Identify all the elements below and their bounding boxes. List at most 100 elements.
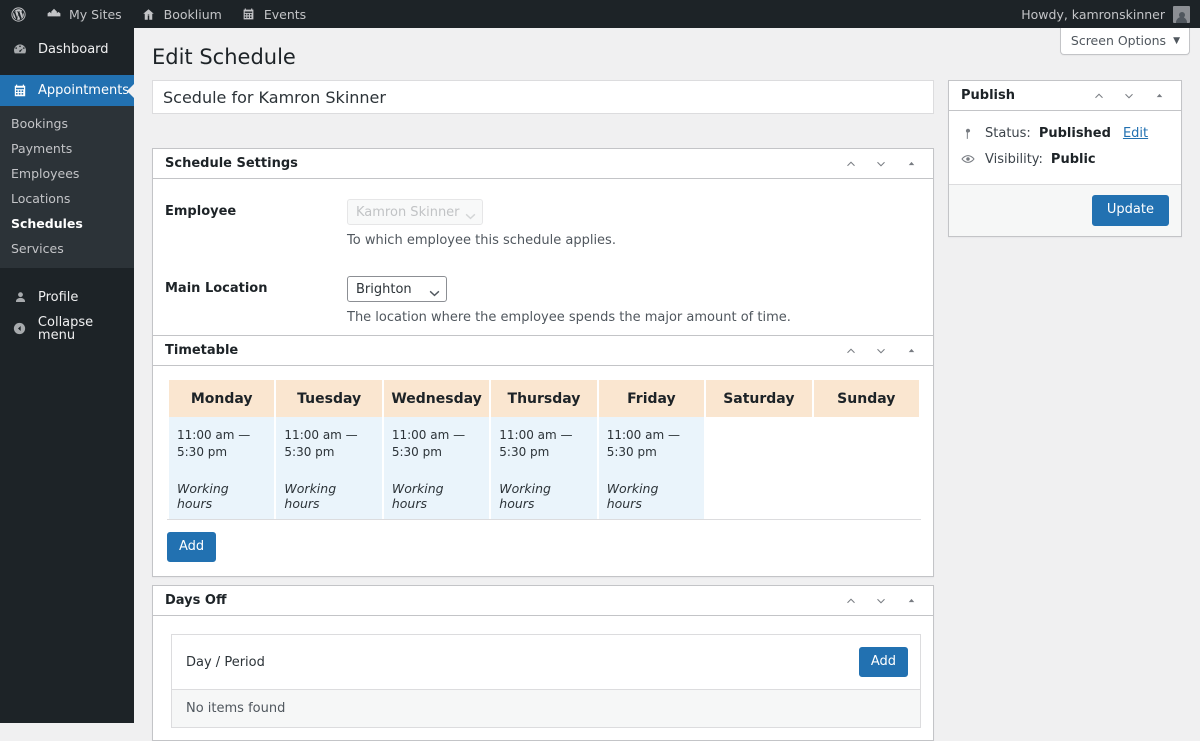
menu-separator-2	[0, 268, 134, 278]
sidebar-item-dashboard[interactable]: Dashboard	[0, 34, 134, 65]
sidebar-item-schedules[interactable]: Schedules	[0, 211, 134, 236]
eye-icon	[959, 151, 977, 167]
publish-visibility-label: Visibility:	[985, 151, 1043, 167]
schedule-settings-panel: Schedule Settings Employee Kamron Skinne…	[152, 148, 934, 348]
screen-options-label: Screen Options	[1070, 33, 1167, 48]
my-sites-label: My Sites	[69, 6, 122, 22]
my-sites-icon	[45, 6, 63, 22]
collapse-menu-label: Collapse menu	[37, 314, 94, 343]
schedule-settings-header: Schedule Settings	[153, 149, 933, 179]
admin-bar: My Sites Booklium Events Howdy, kamronsk…	[0, 0, 1200, 28]
sidebar-item-profile-label: Profile	[38, 290, 79, 305]
timetable-cell-tuesday[interactable]: 11:00 am — 5:30 pm Working hours	[276, 417, 382, 519]
publish-body: Status: Published Edit Visibility: Publi…	[949, 111, 1181, 184]
account-menu[interactable]: Howdy, kamronskinner	[1021, 0, 1200, 28]
timetable-cell-label: Working hours	[606, 481, 659, 511]
toggle-panel-icon[interactable]	[897, 150, 925, 178]
sidebar-item-appointments[interactable]: Appointments	[0, 75, 135, 106]
timetable-cell-monday[interactable]: 11:00 am — 5:30 pm Working hours	[169, 417, 275, 519]
publish-footer: Update	[949, 184, 1181, 236]
timetable-cell-wednesday[interactable]: 11:00 am — 5:30 pm Working hours	[383, 417, 490, 519]
timetable-cell-sunday[interactable]	[813, 417, 919, 519]
employee-label: Employee	[165, 204, 237, 219]
days-off-body: Day / Period Add No items found	[153, 616, 933, 740]
screen-options-button[interactable]: Screen Options ▼	[1059, 28, 1190, 55]
days-off-add-button[interactable]: Add	[858, 647, 908, 677]
my-sites-menu[interactable]: My Sites	[36, 0, 131, 28]
timetable-panel: Timetable Monday Tuesday Wednesday Thurs…	[152, 335, 934, 577]
employee-select: Kamron Skinner	[347, 199, 483, 225]
toggle-panel-icon[interactable]	[897, 587, 925, 615]
appointments-submenu: Bookings Payments Employees Locations Sc…	[0, 106, 134, 268]
timetable-cell-time: 11:00 am — 5:30 pm	[391, 428, 466, 459]
timetable-cell-thursday[interactable]: 11:00 am — 5:30 pm Working hours	[491, 417, 597, 519]
toggle-panel-icon[interactable]	[1145, 82, 1173, 110]
calendar-icon	[240, 7, 258, 22]
timetable-day-monday: Monday	[169, 380, 275, 417]
toggle-panel-icon[interactable]	[897, 337, 925, 365]
collapse-menu-button[interactable]: Collapse menu	[0, 313, 134, 344]
site-name-menu[interactable]: Booklium	[131, 0, 231, 28]
collapse-arrow-icon	[11, 321, 29, 336]
user-icon	[11, 290, 29, 305]
admin-sidebar: Dashboard Appointments Bookings Payments…	[0, 28, 135, 723]
sidebar-item-payments[interactable]: Payments	[0, 136, 134, 161]
pin-icon	[959, 127, 977, 141]
timetable-table: Monday Tuesday Wednesday Thursday Friday…	[167, 380, 921, 519]
move-up-icon[interactable]	[837, 587, 865, 615]
timetable-title: Timetable	[165, 343, 239, 358]
move-down-icon[interactable]	[867, 150, 895, 178]
publish-header: Publish	[949, 81, 1181, 111]
timetable-cell-time: 11:00 am — 5:30 pm	[284, 428, 358, 459]
move-up-icon[interactable]	[837, 150, 865, 178]
sidebar-item-bookings[interactable]: Bookings	[0, 111, 134, 136]
main-location-description: The location where the employee spends t…	[347, 310, 791, 325]
wordpress-logo-menu[interactable]	[0, 0, 36, 28]
publish-visibility-value: Public	[1050, 151, 1096, 167]
timetable-cell-time: 11:00 am — 5:30 pm	[499, 428, 573, 459]
publish-title: Publish	[961, 88, 1015, 103]
main-location-row: Main Location Brighton The location wher…	[165, 254, 921, 331]
dashboard-icon	[11, 42, 29, 58]
main-location-select[interactable]: Brighton	[347, 276, 447, 302]
main-location-select-wrap: Brighton	[347, 276, 447, 302]
sidebar-item-employees[interactable]: Employees	[0, 161, 134, 186]
move-down-icon[interactable]	[867, 587, 895, 615]
days-off-column-header: Day / Period	[186, 654, 265, 670]
wordpress-logo-icon	[9, 6, 27, 23]
main-content: Screen Options ▼ Edit Schedule Schedule …	[134, 28, 1200, 741]
schedule-title-input[interactable]	[152, 80, 934, 114]
sidebar-item-services[interactable]: Services	[0, 236, 134, 261]
timetable-add-button[interactable]: Add	[167, 532, 217, 562]
move-down-icon[interactable]	[867, 337, 895, 365]
publish-panel: Publish Status: Published Edit Visibilit…	[948, 80, 1182, 237]
update-button[interactable]: Update	[1091, 195, 1169, 226]
publish-visibility-row: Visibility: Public	[959, 146, 1169, 172]
timetable-header-row: Monday Tuesday Wednesday Thursday Friday…	[169, 380, 919, 417]
timetable-day-wednesday: Wednesday	[383, 380, 490, 417]
move-up-icon[interactable]	[837, 337, 865, 365]
sidebar-item-locations[interactable]: Locations	[0, 186, 134, 211]
timetable-cell-friday[interactable]: 11:00 am — 5:30 pm Working hours	[598, 417, 705, 519]
timetable-header: Timetable	[153, 336, 933, 366]
move-down-icon[interactable]	[1115, 82, 1143, 110]
home-icon	[140, 7, 158, 22]
sidebar-item-appointments-label: Appointments	[38, 83, 130, 98]
sidebar-item-profile[interactable]: Profile	[0, 282, 134, 313]
move-up-icon[interactable]	[1085, 82, 1113, 110]
publish-status-edit-link[interactable]: Edit	[1123, 126, 1148, 141]
timetable-cell-label: Working hours	[177, 481, 229, 511]
timetable-cell-time: 11:00 am — 5:30 pm	[606, 428, 680, 459]
employee-select-wrap: Kamron Skinner	[347, 199, 483, 225]
timetable-cell-label: Working hours	[284, 481, 337, 511]
publish-status-value: Published	[1038, 126, 1111, 141]
timetable-cell-saturday[interactable]	[706, 417, 812, 519]
schedule-settings-title: Schedule Settings	[165, 156, 298, 171]
timetable-footer: Add	[167, 519, 921, 562]
events-menu[interactable]: Events	[231, 0, 315, 28]
publish-status-label: Status:	[985, 126, 1031, 141]
timetable-cell-time: 11:00 am — 5:30 pm	[177, 428, 251, 459]
timetable-day-sunday: Sunday	[813, 380, 919, 417]
howdy-label: Howdy, kamronskinner	[1021, 6, 1165, 22]
site-name-label: Booklium	[163, 6, 222, 22]
